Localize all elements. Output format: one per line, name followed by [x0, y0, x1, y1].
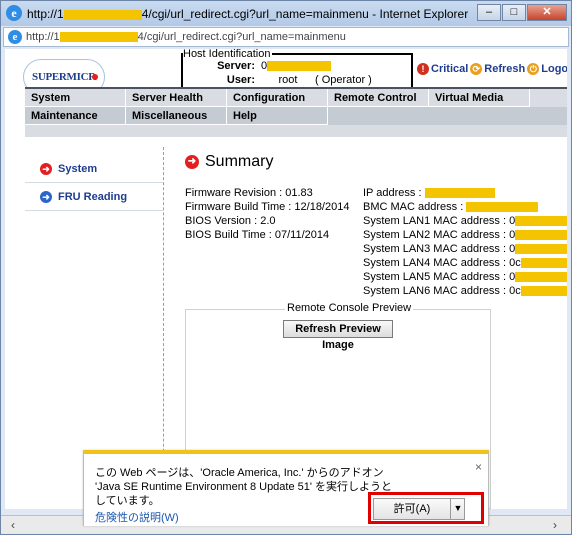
- critical-icon: !: [417, 63, 429, 75]
- lan2-mac-row: System LAN2 MAC address : 0: [363, 229, 567, 241]
- redaction-mark: [466, 202, 539, 213]
- redaction-mark: [520, 286, 567, 297]
- close-icon[interactable]: ×: [475, 460, 482, 474]
- refresh-link[interactable]: Refresh: [484, 63, 525, 75]
- redaction-mark: [267, 61, 332, 72]
- logo-dot-icon: [92, 74, 98, 80]
- address-bar[interactable]: e http://1 4/cgi/url_redirect.cgi?url_nam…: [3, 27, 569, 47]
- ip-address-row: IP address :: [363, 187, 495, 199]
- lan2-mac-label: System LAN2 MAC address : 0: [363, 229, 516, 241]
- menu-row-1: System Server Health Configuration Remot…: [25, 89, 567, 107]
- redaction-mark: [515, 230, 567, 241]
- arrow-right-icon: ➜: [40, 162, 52, 175]
- web-page: SUPERMICR Host Identification Server: 0 U…: [5, 49, 567, 509]
- user-label: User:: [226, 74, 255, 86]
- host-identification: Host Identification Server: 0 User: root ( …: [181, 49, 413, 89]
- refresh-icon: ⟳: [470, 63, 483, 75]
- ie-logo-icon: e: [6, 5, 22, 21]
- menu-help[interactable]: Help: [227, 107, 328, 125]
- user-role: ( Operator ): [315, 74, 372, 86]
- redaction-mark: [515, 272, 567, 283]
- addon-message: この Web ページは、'Oracle America, Inc.' からのアド…: [95, 467, 393, 507]
- redaction-mark: [424, 188, 495, 199]
- redaction-mark: [520, 258, 567, 269]
- chevron-down-icon[interactable]: ▼: [450, 498, 465, 520]
- maximize-button[interactable]: □: [502, 4, 526, 21]
- firmware-revision: Firmware Revision : 01.83: [185, 187, 313, 199]
- lan4-mac-row: System LAN4 MAC address : 0c: [363, 257, 567, 269]
- logo-text: SUPERMICR: [32, 71, 96, 83]
- address-text[interactable]: http://1 4/cgi/url_redirect.cgi?url_name=…: [26, 31, 346, 43]
- lan4-mac-label: System LAN4 MAC address : 0c: [363, 257, 521, 269]
- minimize-button[interactable]: –: [477, 4, 501, 21]
- server-label: Server:: [217, 60, 255, 72]
- lan6-mac-row: System LAN6 MAC address : 0c: [363, 285, 567, 297]
- user-row: User: root ( Operator ): [193, 74, 372, 86]
- window-title-prefix: http://1: [27, 7, 64, 21]
- menu-virtual-media[interactable]: Virtual Media: [429, 89, 530, 107]
- menu-system[interactable]: System: [25, 89, 126, 107]
- server-row: Server: 0: [193, 60, 332, 72]
- lan3-mac-row: System LAN3 MAC address : 0: [363, 243, 567, 255]
- allow-button-label: 許可(A): [393, 503, 431, 515]
- sidebar-item-system[interactable]: ➜ System: [25, 155, 163, 183]
- window-controls: – □ ✕: [477, 4, 567, 21]
- window-title: http://1 4/cgi/url_redirect.cgi?url_name=…: [27, 7, 468, 21]
- host-legend: Host Identification: [183, 49, 273, 60]
- status-area: ! Critical ⟳ Refresh ⏻ Logout En: [417, 62, 567, 76]
- sidebar-item-fru-reading[interactable]: ➜ FRU Reading: [25, 183, 163, 211]
- close-button[interactable]: ✕: [527, 4, 567, 21]
- arrow-right-icon: ➜: [185, 155, 199, 169]
- title-bar: e http://1 4/cgi/url_redirect.cgi?url_nam…: [1, 1, 571, 26]
- sidebar-item-label: System: [58, 162, 98, 175]
- bios-build-time: BIOS Build Time : 07/11/2014: [185, 229, 330, 241]
- logout-icon: ⏻: [527, 63, 540, 75]
- user-value: root: [278, 74, 298, 86]
- redaction-mark: [515, 244, 567, 255]
- scroll-right-icon[interactable]: ›: [547, 517, 563, 533]
- menu-row-2: Maintenance Miscellaneous Help: [25, 107, 567, 125]
- redaction-mark: [59, 32, 138, 43]
- window-title-suffix: 4/cgi/url_redirect.cgi?url_name=mainmenu…: [141, 7, 469, 21]
- address-suffix: 4/cgi/url_redirect.cgi?url_name=mainmenu: [137, 31, 346, 43]
- summary-heading: ➜ Summary: [185, 153, 273, 171]
- risk-info-link[interactable]: 危険性の説明(W): [95, 509, 179, 525]
- ip-address-label: IP address :: [363, 187, 422, 199]
- scroll-left-icon[interactable]: ‹: [5, 517, 21, 533]
- lan1-mac-row: System LAN1 MAC address : 0: [363, 215, 567, 227]
- firmware-build-time: Firmware Build Time : 12/18/2014: [185, 201, 350, 213]
- arrow-right-icon: ➜: [40, 190, 52, 203]
- lan1-mac-label: System LAN1 MAC address : 0: [363, 215, 516, 227]
- critical-link[interactable]: Critical: [431, 63, 468, 75]
- main-menu: System Server Health Configuration Remot…: [25, 87, 567, 137]
- address-prefix: http://1: [26, 31, 60, 43]
- page-icon: e: [8, 30, 22, 44]
- menu-miscellaneous[interactable]: Miscellaneous: [126, 107, 227, 125]
- browser-window: e http://1 4/cgi/url_redirect.cgi?url_nam…: [0, 0, 572, 535]
- refresh-preview-button[interactable]: Refresh Preview Image: [283, 320, 393, 351]
- sidebar-item-label: FRU Reading: [58, 190, 128, 203]
- redaction-mark: [515, 216, 567, 227]
- menu-server-health[interactable]: Server Health: [126, 89, 227, 107]
- logout-link[interactable]: Logout: [541, 63, 567, 75]
- console-preview-legend: Remote Console Preview: [285, 302, 414, 314]
- lan5-mac-label: System LAN5 MAC address : 0: [363, 271, 516, 283]
- bmc-mac-label: BMC MAC address :: [363, 201, 464, 213]
- lan5-mac-row: System LAN5 MAC address : 0: [363, 271, 567, 283]
- redaction-mark: [63, 9, 142, 20]
- bmc-mac-row: BMC MAC address :: [363, 201, 539, 213]
- lan6-mac-label: System LAN6 MAC address : 0c: [363, 285, 521, 297]
- menu-configuration[interactable]: Configuration: [227, 89, 328, 107]
- bios-version: BIOS Version : 2.0: [185, 215, 276, 227]
- page-title: Summary: [205, 153, 274, 170]
- lan3-mac-label: System LAN3 MAC address : 0: [363, 243, 516, 255]
- menu-remote-control[interactable]: Remote Control: [328, 89, 429, 107]
- menu-maintenance[interactable]: Maintenance: [25, 107, 126, 125]
